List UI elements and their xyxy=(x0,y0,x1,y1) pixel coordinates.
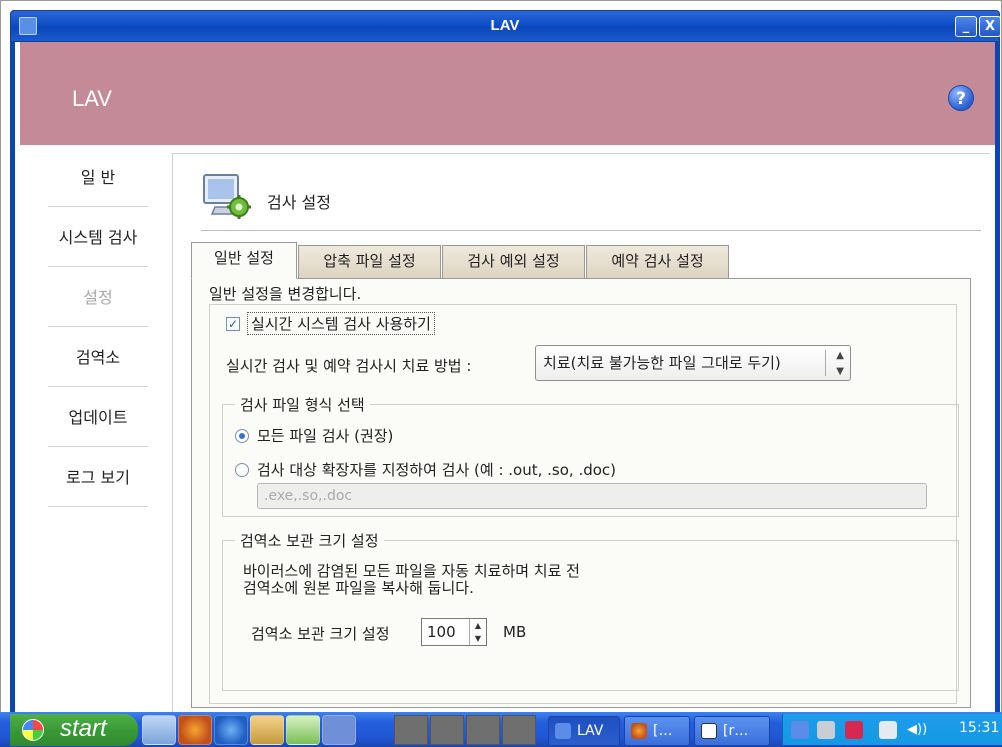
realtime-scan-checkbox[interactable]: ✓ xyxy=(226,316,240,331)
header-divider xyxy=(201,230,981,231)
realtime-scan-option[interactable]: ✓ 실시간 시스템 검사 사용하기 xyxy=(226,312,435,335)
minimize-button[interactable]: _ xyxy=(955,16,977,37)
task-label: LAV xyxy=(577,723,604,739)
window-task-icon xyxy=(701,723,717,739)
taskbar-slot xyxy=(394,715,428,745)
radio-all-files[interactable]: 모든 파일 검사 (권장) xyxy=(235,425,393,446)
quarantine-description: 바이러스에 감염된 모든 파일을 자동 치료하며 치료 전 검역소에 원본 파일… xyxy=(243,562,580,597)
quarantine-size-group: 검역소 보관 크기 설정 바이러스에 감염된 모든 파일을 자동 치료하며 치료… xyxy=(222,530,959,691)
quarantine-size-legend: 검역소 보관 크기 설정 xyxy=(235,530,384,551)
content-panel: 검사 설정 일반 설정 압축 파일 설정 검사 예외 설정 예약 검사 설정 일… xyxy=(172,153,990,712)
window-body: LAV ? 일 반 시스템 검사 설정 검역소 업데이트 로그 보기 검사 설정 xyxy=(10,42,1000,712)
lav-launch-icon[interactable] xyxy=(322,715,356,745)
help-icon[interactable]: ? xyxy=(948,85,974,111)
start-label: start xyxy=(60,715,107,742)
extension-input[interactable]: .exe,.so,.doc xyxy=(257,483,927,509)
lav-task-icon xyxy=(555,723,571,739)
lav-tray-icon[interactable] xyxy=(791,721,809,739)
task-button-lav[interactable]: LAV xyxy=(548,716,620,746)
task-label: [r… xyxy=(723,723,749,739)
quarantine-size-unit: MB xyxy=(503,623,527,641)
email-icon[interactable] xyxy=(142,715,176,745)
sidebar-item-logs[interactable]: 로그 보기 xyxy=(48,449,148,507)
quick-launch xyxy=(142,715,358,745)
file-type-legend: 검사 파일 형식 선택 xyxy=(235,394,370,415)
treatment-method-value: 치료(치료 불가능한 파일 그대로 두기) xyxy=(543,354,781,372)
radio-all-files-label[interactable]: 모든 파일 검사 (권장) xyxy=(257,425,393,446)
file-manager-icon[interactable] xyxy=(250,715,284,745)
task-label: [… xyxy=(653,723,673,739)
brand-label: LAV xyxy=(72,86,112,111)
task-button-terminal[interactable]: [r… xyxy=(694,716,770,746)
realtime-scan-label[interactable]: 실시간 시스템 검사 사용하기 xyxy=(247,312,435,335)
sidebar: 일 반 시스템 검사 설정 검역소 업데이트 로그 보기 xyxy=(20,145,160,712)
app-tray-icon[interactable] xyxy=(845,721,863,739)
file-type-group: 검사 파일 형식 선택 모든 파일 검사 (권장) 검사 대상 확장자를 지정하… xyxy=(222,394,959,517)
network-icon[interactable] xyxy=(879,721,897,739)
quarantine-size-value[interactable]: 100 xyxy=(427,623,456,641)
close-button[interactable]: X xyxy=(979,16,1001,37)
system-tray: ◀)) 15:31 xyxy=(782,714,1002,745)
tab-exclusion-settings[interactable]: 검사 예외 설정 xyxy=(442,245,585,278)
taskbar-slot xyxy=(430,715,464,745)
radio-specific-extensions-button[interactable] xyxy=(235,462,249,477)
sidebar-item-quarantine[interactable]: 검역소 xyxy=(48,329,148,387)
stepper-arrows-icon[interactable]: ▲ ▼ xyxy=(469,619,486,645)
tab-general-settings[interactable]: 일반 설정 xyxy=(191,242,297,279)
volume-icon[interactable]: ◀)) xyxy=(907,721,935,739)
printer-icon[interactable] xyxy=(817,721,835,739)
treatment-method-label: 실시간 검사 및 예약 검사시 치료 방법 : xyxy=(226,357,472,375)
select-arrows-icon: ▲ ▼ xyxy=(836,350,844,377)
taskbar-slot xyxy=(502,715,536,745)
quarantine-size-stepper[interactable]: 100 ▲ ▼ xyxy=(421,618,487,646)
radio-all-files-button[interactable] xyxy=(235,428,249,443)
notepad-icon[interactable] xyxy=(286,715,320,745)
radio-specific-extensions-label[interactable]: 검사 대상 확장자를 지정하여 검사 (예 : .out, .so, .doc) xyxy=(257,459,616,480)
sidebar-item-general[interactable]: 일 반 xyxy=(48,149,148,207)
header-band: LAV ? xyxy=(20,42,995,145)
tab-scheduled-scan-settings[interactable]: 예약 검사 설정 xyxy=(586,245,729,278)
window-titlebar[interactable]: LAV _ X xyxy=(10,10,1001,42)
windows-logo-icon xyxy=(22,719,44,741)
browser-task-icon xyxy=(631,723,647,739)
thunderbird-icon[interactable] xyxy=(214,715,248,745)
clock: 15:31 xyxy=(959,720,1000,736)
page-title: 검사 설정 xyxy=(267,193,331,212)
sidebar-item-system-scan[interactable]: 시스템 검사 xyxy=(48,209,148,267)
taskbar: start LAV [… [r… ◀)) 15:31 xyxy=(0,712,1002,747)
select-separator xyxy=(825,350,826,376)
tab-panel-general: 일반 설정을 변경합니다. ✓ 실시간 시스템 검사 사용하기 실시간 검사 및… xyxy=(191,278,971,708)
panel-description: 일반 설정을 변경합니다. xyxy=(209,285,362,303)
settings-group: ✓ 실시간 시스템 검사 사용하기 실시간 검사 및 예약 검사시 치료 방법 … xyxy=(209,304,959,704)
sidebar-item-settings[interactable]: 설정 xyxy=(48,269,148,327)
quarantine-size-label: 검역소 보관 크기 설정 xyxy=(251,625,390,643)
window-title: LAV xyxy=(490,17,520,34)
start-button[interactable]: start xyxy=(10,714,138,746)
task-button-browser[interactable]: [… xyxy=(624,716,690,746)
firefox-icon[interactable] xyxy=(178,715,212,745)
radio-specific-extensions[interactable]: 검사 대상 확장자를 지정하여 검사 (예 : .out, .so, .doc) xyxy=(235,459,616,480)
treatment-method-select[interactable]: 치료(치료 불가능한 파일 그대로 두기) ▲ ▼ xyxy=(535,345,851,381)
tab-archive-settings[interactable]: 압축 파일 설정 xyxy=(298,245,441,278)
taskbar-slot xyxy=(466,715,500,745)
sidebar-item-update[interactable]: 업데이트 xyxy=(48,389,148,447)
monitor-gear-icon xyxy=(203,174,251,219)
